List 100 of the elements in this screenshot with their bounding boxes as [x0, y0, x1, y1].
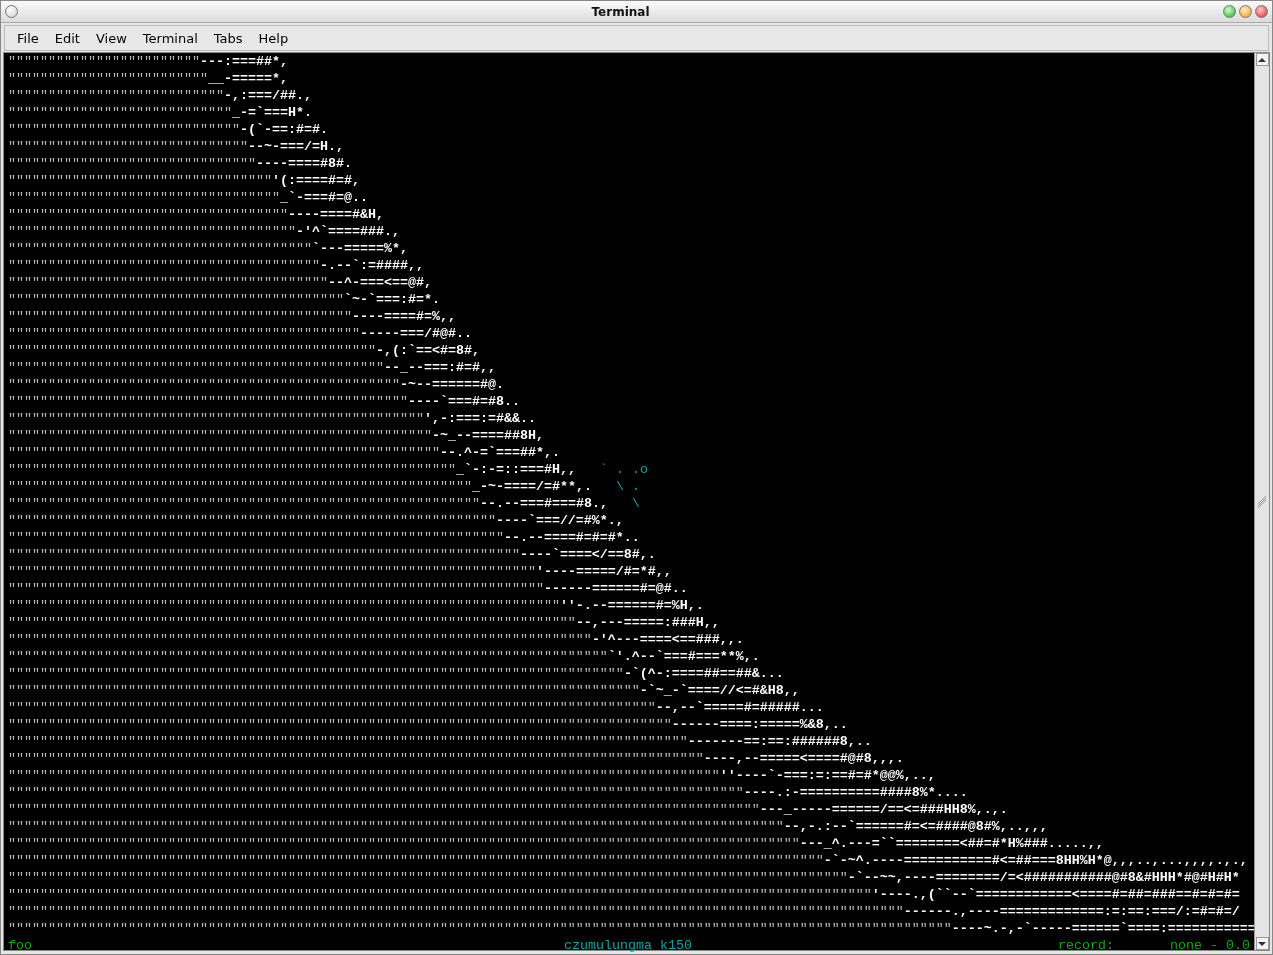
ascii-art-text: -,(:`==<#=8#, [375, 343, 480, 358]
ascii-art-text: ----`===//=#%*., [495, 513, 624, 528]
record-label: record: [1058, 937, 1114, 954]
ascii-art-text: --,-.:--`======#=<=####@8#%,..,,, [783, 819, 1048, 834]
filler-text: """"""""""""""""""""""""""""""""""""""""""""""""""""""""""""""""""""""""""""""" [8, 683, 640, 698]
ascii-art-text: ''-.--======#=%H,. [559, 598, 704, 613]
ascii-art-text: _-=`===H*. [231, 105, 312, 120]
filler-text: """""""""""""""""""""""""""""""""""""""""""""""""""""""""""""""""""""""""""""""""""""""""""""""""""""" [8, 853, 824, 868]
ascii-art-text: '(:====#=#, [271, 173, 360, 188]
ascii-art-text: `'.^--`===#===**%,. [607, 649, 760, 664]
filler-text: """"""""""""""""""""""""""""""""""""""""""""""""""""""""""""""""""""""""" [8, 632, 592, 647]
menu-item[interactable]: Edit [46, 30, 88, 46]
filler-text: """""""""""""""""""""""""""""""""""""" [8, 241, 312, 256]
menu-item[interactable]: Help [250, 30, 297, 46]
window-menu-button[interactable] [5, 5, 18, 18]
ascii-art-text: _`-===#=@.. [279, 190, 368, 205]
filler-text: """"""""""""""""""""""""""""""""""""""""""""""""""""""""""""""""""""""""""""""""""""""""" [8, 768, 720, 783]
filler-text: """""""""""""""""""""""""""""""""""""""""""""" [8, 343, 376, 358]
filler-text: """"""""""""""""""""""""" [8, 71, 208, 86]
filler-text: """"""""""""""""""""""""""""""""""" [8, 207, 288, 222]
filler-text: """"""""""""""""""""""""""""""""""""""""""""""""""""""""""""""""""""""" [8, 615, 576, 630]
ascii-art-text: --,---=====:###H,, [575, 615, 720, 630]
ascii-art-text: ''----`-===:=:==#=#*@@%,.., [719, 768, 936, 783]
host-text: czumulungma k150 [564, 937, 692, 954]
status-text: foo [8, 937, 32, 954]
ascii-art-text: ---_-----======/==<=###HH8%,.,. [759, 802, 1008, 817]
ascii-art-text: --.^-=`===##*,. [439, 445, 560, 460]
filler-text: """""""""""""""""""""""""""""""""""""""""""""""""""""""" [8, 462, 456, 477]
scroll-down-icon[interactable] [1255, 937, 1269, 950]
ascii-art-text: --^-===<==@#, [327, 275, 432, 290]
filler-text: """"""""""""""""""""""""""""""""""""""""""""""""""""""""""""""""""""" [8, 598, 560, 613]
filler-text: """"""""""""""""""""""""""""" [8, 122, 240, 137]
filler-text: """"""""""""""""""""""""""""""""""""""""""""""""""""" [8, 428, 432, 443]
filler-text: """"""""""""""""""""""""""""""""""""""""""""""""""""""""""""""""""""""""""""""""""" [8, 717, 672, 732]
filler-text: """"""""""""""""""""""""""""""""""""""""""""""""""""""""""""""""""""""""""""""""""""""""""""""""""" [8, 836, 800, 851]
ascii-art-text: ---:===##*, [199, 54, 288, 69]
ascii-art-text: -`~_-`====//<=#&H8,, [639, 683, 800, 698]
filler-text: """"""""""""""""""""""""""""""""""""""""""""""""""""""""""""""""""""""""""""""""""""""""""""""""""""""""" [8, 870, 848, 885]
grip-icon[interactable] [1258, 495, 1266, 508]
filler-text: """"""""""""""""""""""""""""""""""""""""""""""""" [8, 377, 400, 392]
filler-text: """"""""""""""""""""""""""""""""""""""""""""""""""""""""""""" [8, 513, 496, 528]
filler-text: """""""""""""""""""""""""""""" [8, 139, 248, 154]
filler-text: """""""""""""""""""""""""""""""""""""""""""""""""""""""""""""""" [8, 547, 520, 562]
ascii-art-text: -------==:==:######8,.. [687, 734, 872, 749]
filler-text: """"""""""""""""""""""""""" [8, 88, 224, 103]
ascii-art-text: ----`===#=#8.. [407, 394, 520, 409]
ascii-art-text: -'^`====###., [295, 224, 400, 239]
scroll-up-icon[interactable] [1255, 53, 1269, 66]
filler-text: """""""""""""""""""""""""""""""""""""""""""""""""""""""""""""""""" [8, 564, 536, 579]
filler-text: """""""""""""""""""""""""""""""""""""""""""""""""""""""""""""""""""""""""""""""""""""""""""""""""""""""""""" [8, 887, 872, 902]
filler-text: """"""""""""""""""""""""""""""" [8, 156, 256, 171]
ascii-art-text: -`--~~,----========/=<###########@#8&#HHH*#@#H#H* [847, 870, 1240, 885]
filler-text: """""""""""""""""""""""""""""""""""""""""""""""""""" [8, 411, 424, 426]
ascii-art-text: --~-===/=H., [247, 139, 344, 154]
menu-item[interactable]: Tabs [205, 30, 251, 46]
ascii-art-text: ----`====</==8#,. [519, 547, 656, 562]
ascii-art-text: -~_--====##8H, [431, 428, 544, 443]
record-value: none - 0.0 [1170, 937, 1250, 954]
ascii-art-text: ------====:=====%&8,.. [671, 717, 848, 732]
menu-item[interactable]: View [87, 30, 135, 46]
ascii-art-text: '----=====/#=*#,, [535, 564, 672, 579]
filler-text: """""""""""""""""""""""""""""""""""""""" [8, 275, 328, 290]
cursor-trail-text: ` . .o [599, 462, 648, 477]
filler-text: """"""""""""""""""""""""""""""""""""""""""""""""""""""""""""""""""" [8, 581, 544, 596]
filler-text: """"""""""""""""""""""""""""""""""""""""""""""""""""""""""""""""""""""""""""""""" [8, 700, 656, 715]
filler-text: """""""""""""""""""""""""""""""""""""""""""""""""""""""""""""""""""""""""""""""""""""""""""""" [8, 802, 760, 817]
filler-text: """""""""""""""""""""""""""""""""""""""""""""""""""""""""""""" [8, 530, 504, 545]
filler-text: """"""""""""""""""""""""""""""""""""""""""""""""""""""""""""""""""""""""""""" [8, 666, 624, 681]
menu-item[interactable]: Terminal [134, 30, 206, 46]
ascii-art-text: ----====#8#. [255, 156, 352, 171]
close-button[interactable] [1255, 5, 1268, 18]
filler-text: """"""""""""""""""""""""""""""""""""""""""""""""""""""""""" [8, 496, 480, 511]
ascii-art-text: ',-:===:=#&&.. [423, 411, 536, 426]
ascii-art-text: -`(^-:====##==##&... [623, 666, 784, 681]
ascii-art-text: ----====#&H, [287, 207, 384, 222]
window-title: Terminal [590, 4, 651, 19]
ascii-art-text: ------.,----=============:=:==:===/:=#=#=/ [903, 904, 1240, 919]
filler-text: """""""""""""""""""""""" [8, 54, 200, 69]
filler-text: """""""""""""""""""""""""""""""""""""""""""""""""""""""""""""""""""""""""""""""""""""""""""""""""""""""""""""""""""""" [8, 921, 952, 936]
filler-text: """""""""""""""""""""""""""""""""""""""""""""""""" [8, 394, 408, 409]
filler-text: """""""""""""""""""""""""""""""""" [8, 190, 280, 205]
filler-text: """""""""""""""""""""""""""""""""""""""""""""""""""""""""" [8, 479, 472, 494]
ascii-art-text: -.--`:=####,, [319, 258, 424, 273]
ascii-art-text: --.--====#=#=#*.. [503, 530, 640, 545]
maximize-button[interactable] [1223, 5, 1236, 18]
menu-item[interactable]: File [9, 30, 47, 46]
ascii-art-text: '----.,(``--`============<====#=##=###==#=#=#= [871, 887, 1240, 902]
filler-text: """""""""""""""""""""""""""""""""""""""""""""""""""""" [8, 445, 440, 460]
cursor-trail-text: \ [631, 496, 640, 511]
filler-text: """"""""""""""""""""""""""""""""""""""""""""""""""""""""""""""""""""""""""""""""""""""" [8, 751, 704, 766]
filler-text: """""""""""""""""""""""""""" [8, 105, 232, 120]
cursor-trail-text: \ . [615, 479, 640, 494]
ascii-art-text: -----===/#@#.. [359, 326, 472, 341]
filler-text: """"""""""""""""""""""""""""""""""""""""""""""""""""""""""""""""""""""""""""""""""""" [8, 734, 688, 749]
ascii-art-text: -(`-==:#=#. [239, 122, 328, 137]
filler-text: """"""""""""""""""""""""""""""""""""""""""""""" [8, 360, 384, 375]
minimize-button[interactable] [1239, 5, 1252, 18]
ascii-art-text: _`-:-=::===#H,, [455, 462, 576, 477]
filler-text: """"""""""""""""""""""""""""""""""""""" [8, 258, 320, 273]
filler-text: """"""""""""""""""""""""""""""""""""""""""""""""""""""""""""""""""""""""""""""""""""""""""""""""" [8, 819, 784, 834]
